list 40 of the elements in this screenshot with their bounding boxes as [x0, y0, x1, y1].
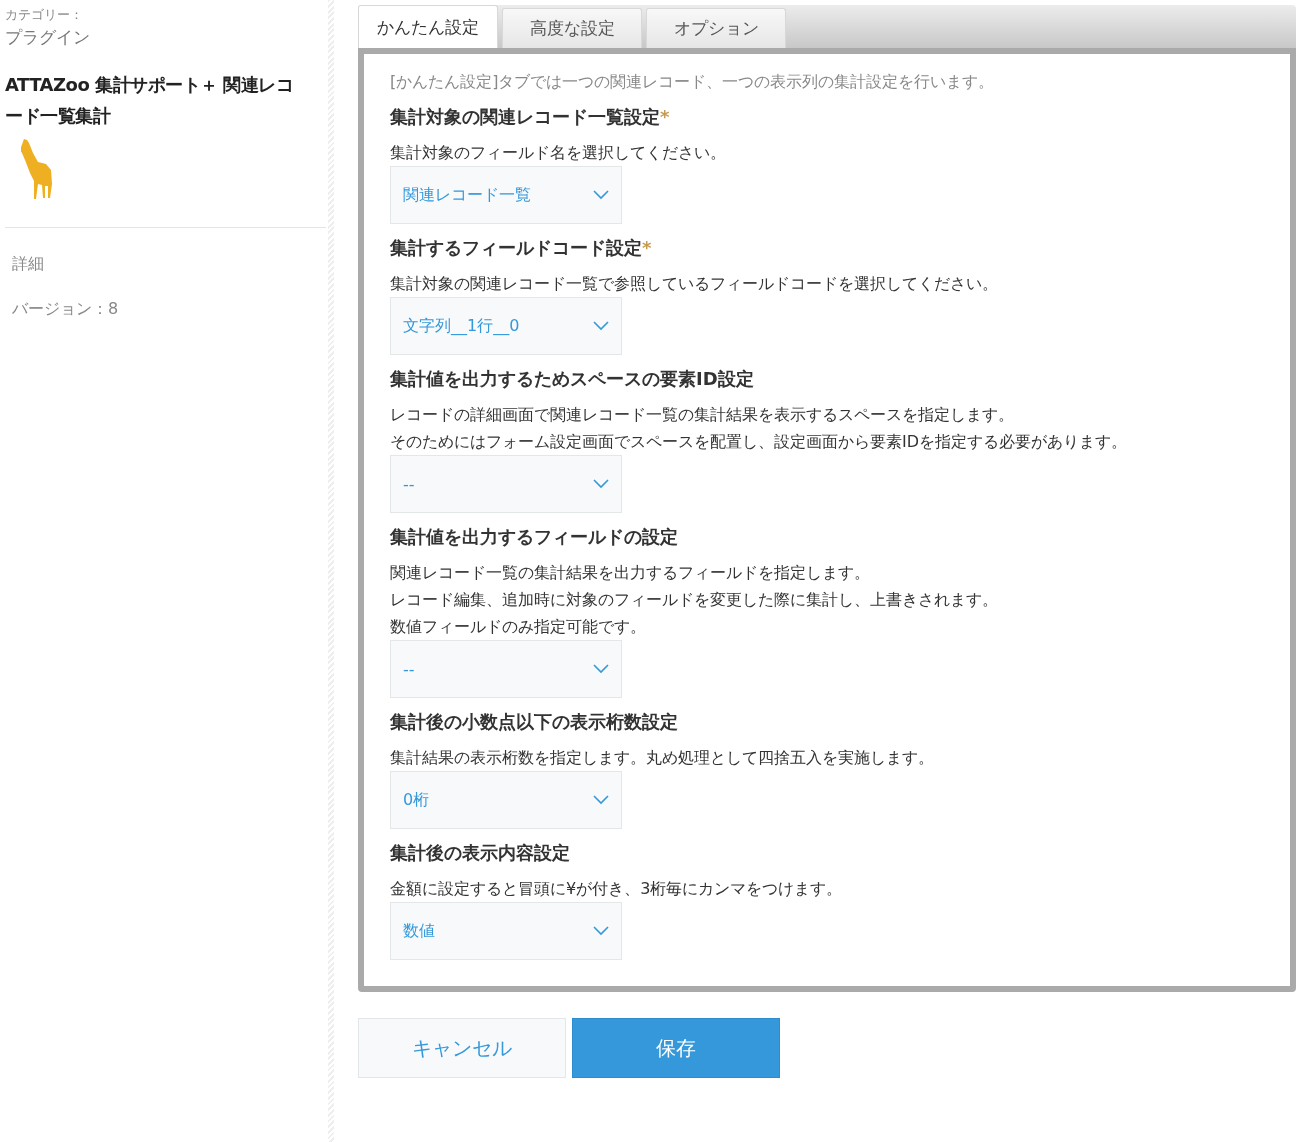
chevron-down-icon	[593, 190, 609, 200]
required-mark: *	[642, 237, 652, 258]
dropdown[interactable]: 文字列__1行__0	[390, 297, 622, 355]
tab[interactable]: 高度な設定	[502, 8, 642, 48]
chevron-down-icon	[593, 926, 609, 936]
section-title: 集計値を出力するためスペースの要素ID設定	[390, 368, 754, 389]
section-title: 集計値を出力するフィールドの設定	[390, 526, 678, 547]
section-description: 集計結果の表示桁数を指定します。丸め処理として四捨五入を実施します。	[390, 747, 935, 769]
chevron-down-icon	[593, 664, 609, 674]
cancel-button[interactable]: キャンセル	[358, 1018, 566, 1078]
section-description: 金額に設定すると冒頭に¥が付き、3桁毎にカンマをつけます。	[390, 878, 844, 900]
section-title: 集計後の小数点以下の表示桁数設定	[390, 711, 678, 732]
intro-text: [かんたん設定]タブでは一つの関連レコード、一つの表示列の集計設定を行います。	[390, 72, 996, 93]
section-title: 集計するフィールドコード設定	[390, 237, 642, 258]
dropdown[interactable]: 関連レコード一覧	[390, 166, 622, 224]
section-description: レコードの詳細画面で関連レコード一覧の集計結果を表示するスペースを指定します。	[390, 404, 1015, 426]
chevron-down-icon	[593, 795, 609, 805]
section-description: 集計対象のフィールド名を選択してください。	[390, 142, 727, 164]
section-description: レコード編集、追加時に対象のフィールドを変更した際に集計し、上書きされます。	[390, 589, 999, 611]
section-title: 集計後の表示内容設定	[390, 842, 570, 863]
category-label: カテゴリー：	[5, 6, 84, 24]
tab[interactable]: かんたん設定	[358, 5, 498, 48]
section-description: 集計対象の関連レコード一覧で参照しているフィールドコードを選択してください。	[390, 273, 999, 295]
category-value: プラグイン	[5, 26, 91, 49]
details-link[interactable]: 詳細	[12, 254, 326, 275]
section-description: そのためにはフォーム設定画面でスペースを配置し、設定画面から要素IDを指定する必要があります。	[390, 431, 1129, 453]
dropdown[interactable]: --	[390, 640, 622, 698]
section-title: 集計対象の関連レコード一覧設定	[390, 106, 660, 127]
dropdown[interactable]: --	[390, 455, 622, 513]
version-text: バージョン：8	[12, 299, 120, 320]
dropdown[interactable]: 0桁	[390, 771, 622, 829]
required-mark: *	[660, 106, 670, 127]
tab[interactable]: オプション	[646, 8, 786, 48]
dropdown[interactable]: 数値	[390, 902, 622, 960]
section-description: 関連レコード一覧の集計結果を出力するフィールドを指定します。	[390, 562, 871, 584]
chevron-down-icon	[593, 321, 609, 331]
save-button[interactable]: 保存	[572, 1018, 780, 1078]
section-description: 数値フィールドのみ指定可能です。	[390, 616, 647, 638]
plugin-name: ATTAZoo 集計サポート＋ 関連レコード一覧集計	[5, 73, 295, 128]
chevron-down-icon	[593, 479, 609, 489]
